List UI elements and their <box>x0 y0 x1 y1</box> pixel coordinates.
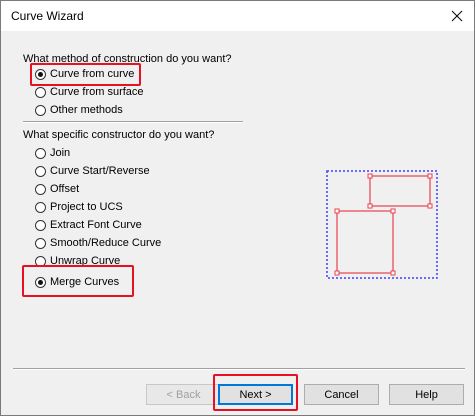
radio-button[interactable] <box>35 165 46 177</box>
section-separator <box>23 121 243 123</box>
constructor-question: What specific constructor do you want? <box>23 129 215 141</box>
radio-label: Offset <box>50 183 80 195</box>
radio-offset[interactable]: Offset <box>35 181 79 197</box>
window-title: Curve Wizard <box>11 9 84 23</box>
merge-curves-preview-icon <box>326 170 438 279</box>
cancel-button[interactable]: Cancel <box>304 384 379 405</box>
radio-button[interactable] <box>35 86 46 98</box>
radio-label: Curve from surface <box>50 86 144 98</box>
radio-project-to-ucs[interactable]: Project to UCS <box>35 199 123 215</box>
radio-button[interactable] <box>35 147 46 159</box>
footer-separator <box>13 368 465 370</box>
title-bar: Curve Wizard <box>1 1 474 31</box>
radio-label: Join <box>50 147 71 159</box>
radio-smooth-reduce-curve[interactable]: Smooth/Reduce Curve <box>35 235 161 251</box>
radio-label: Extract Font Curve <box>50 219 142 231</box>
radio-label: Smooth/Reduce Curve <box>50 237 162 249</box>
radio-button[interactable] <box>35 219 46 231</box>
highlight-next-button <box>213 374 298 411</box>
radio-button[interactable] <box>35 237 46 249</box>
radio-button[interactable] <box>35 104 46 116</box>
radio-label: Project to UCS <box>50 201 123 213</box>
radio-extract-font-curve[interactable]: Extract Font Curve <box>35 217 142 233</box>
highlight-merge-curves <box>22 265 134 297</box>
radio-button[interactable] <box>35 201 46 213</box>
radio-other-methods[interactable]: Other methods <box>35 102 123 118</box>
back-button[interactable]: < Back <box>146 384 221 405</box>
radio-label: Curve Start/Reverse <box>50 165 150 177</box>
radio-curve-from-surface[interactable]: Curve from surface <box>35 84 144 100</box>
radio-button[interactable] <box>35 183 46 195</box>
radio-curve-start-reverse[interactable]: Curve Start/Reverse <box>35 163 150 179</box>
close-icon[interactable] <box>446 5 468 27</box>
curve-wizard-window: Curve Wizard What method of construction… <box>0 0 475 416</box>
radio-label: Other methods <box>50 104 123 116</box>
help-button[interactable]: Help <box>389 384 464 405</box>
radio-join[interactable]: Join <box>35 145 70 161</box>
highlight-curve-from-curve <box>30 63 141 86</box>
